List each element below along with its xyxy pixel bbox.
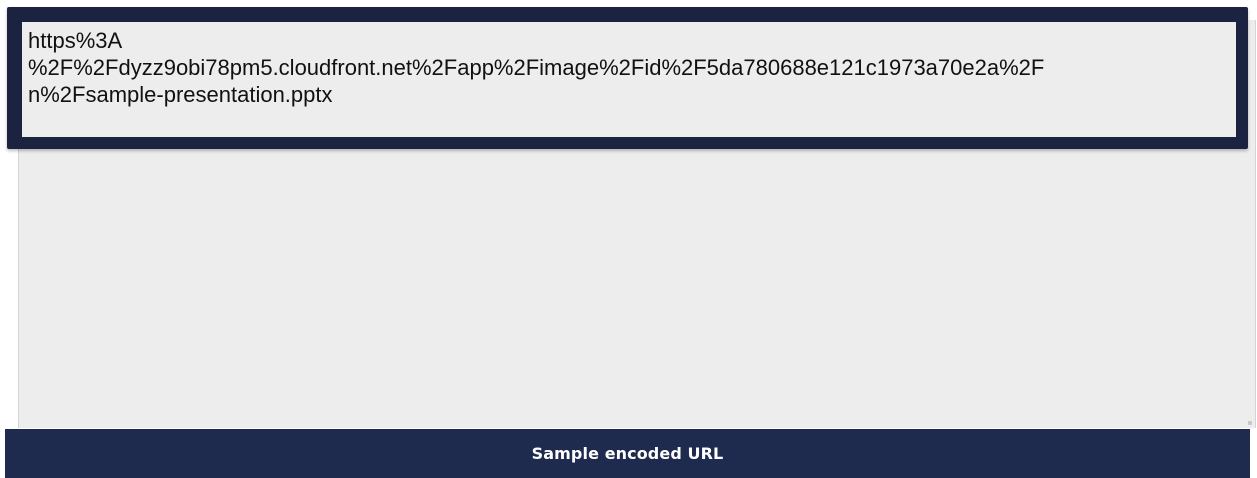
encoded-url-text: https%3A %2F%2Fdyzz9obi78pm5.cloudfront.…	[28, 28, 1045, 107]
caption-label: Sample encoded URL	[531, 444, 724, 463]
caption-bar: Sample encoded URL	[5, 429, 1250, 478]
resize-grip-icon[interactable]	[1248, 421, 1252, 425]
highlight-frame: https%3A %2F%2Fdyzz9obi78pm5.cloudfront.…	[7, 7, 1248, 149]
highlighted-text-region[interactable]: https%3A %2F%2Fdyzz9obi78pm5.cloudfront.…	[22, 22, 1236, 137]
screenshot-stage: https%3A %2F%2Fdyzz9obi78pm5.cloudfront.…	[0, 0, 1257, 478]
